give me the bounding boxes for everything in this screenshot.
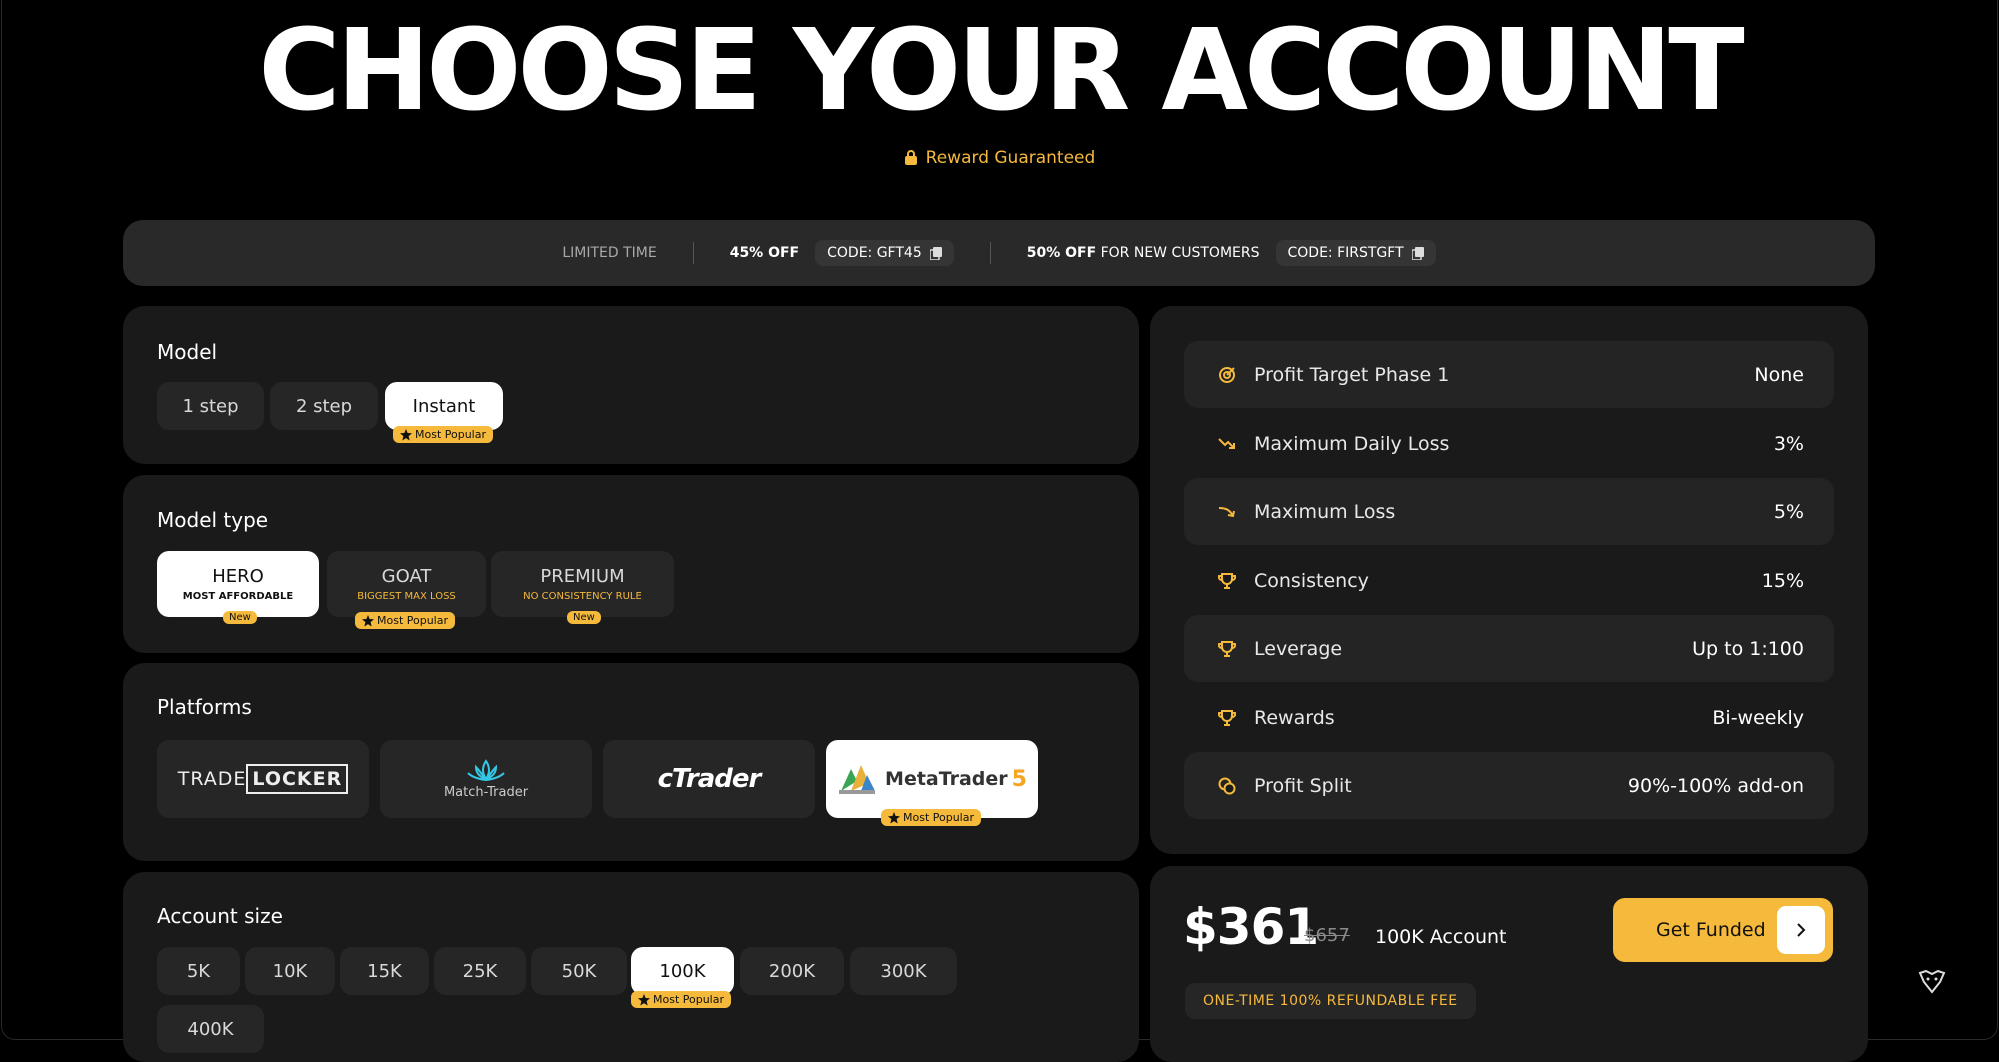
price: $361 [1183, 898, 1319, 956]
rule-value: 3% [1773, 432, 1804, 455]
limited-time-label: LIMITED TIME [562, 245, 657, 261]
size-option-200k[interactable]: 200K [740, 947, 844, 995]
model-option-instant[interactable]: Instant [385, 382, 503, 430]
model-title: Model [157, 340, 218, 364]
trend-down-icon [1218, 505, 1240, 519]
lock-icon [904, 150, 918, 170]
rule-leverage: Leverage Up to 1:100 [1184, 615, 1834, 682]
offer2-text: FOR NEW CUSTOMERS [1100, 245, 1260, 261]
rule-max-daily-loss: Maximum Daily Loss 3% [1184, 410, 1834, 477]
model-type-sub: NO CONSISTENCY RULE [523, 591, 642, 602]
metatrader-icon [839, 765, 876, 794]
offer2-discount: 50% OFF [1026, 245, 1097, 261]
checkout-card [1150, 866, 1868, 1062]
platform-tradelocker[interactable]: TRADE LOCKER [157, 740, 369, 818]
account-label: 100K Account [1375, 926, 1507, 948]
size-option-5k[interactable]: 5K [157, 947, 240, 995]
promo-code-gft45[interactable]: CODE: GFT45 [815, 240, 954, 266]
rule-profit-target: Profit Target Phase 1 None [1184, 341, 1834, 408]
model-type-title: Model type [157, 508, 269, 532]
rule-label: Maximum Loss [1254, 500, 1396, 523]
rule-value: 15% [1761, 569, 1804, 592]
size-option-25k[interactable]: 25K [434, 947, 526, 995]
star-icon [888, 811, 900, 823]
model-type-sub: MOST AFFORDABLE [182, 591, 294, 602]
model-type-name: HERO [212, 566, 264, 587]
promo-code-text: CODE: GFT45 [827, 245, 922, 261]
target-icon [1218, 366, 1240, 384]
rule-label: Leverage [1254, 637, 1343, 660]
match-trader-logo: Match-Trader [444, 758, 528, 800]
size-option-50k[interactable]: 50K [531, 947, 627, 995]
get-funded-button[interactable]: Get Funded [1613, 898, 1833, 962]
size-option-400k[interactable]: 400K [157, 1005, 264, 1053]
copy-icon [1411, 246, 1424, 260]
promo-bar: LIMITED TIME 45% OFF CODE: GFT45 50% OFF… [123, 220, 1875, 286]
platform-match-trader[interactable]: Match-Trader [380, 740, 592, 818]
most-popular-badge: Most Popular [393, 426, 494, 443]
star-icon [362, 614, 374, 626]
chevron-right-icon [1777, 906, 1825, 954]
model-type-name: GOAT [381, 566, 432, 587]
rule-value: None [1754, 363, 1804, 386]
model-type-hero[interactable]: HERO MOST AFFORDABLE [157, 551, 319, 617]
model-type-premium[interactable]: PREMIUM NO CONSISTENCY RULE [491, 551, 674, 617]
brand-logo-icon [1918, 969, 1946, 998]
trend-down-icon [1218, 437, 1240, 451]
trophy-icon [1218, 640, 1240, 657]
rule-value: Bi-weekly [1712, 706, 1804, 729]
model-type-sub: BIGGEST MAX LOSS [357, 591, 456, 602]
rule-rewards: Rewards Bi-weekly [1184, 684, 1834, 751]
promo-code-text: CODE: FIRSTGFT [1287, 245, 1404, 261]
refundable-fee-badge: ONE-TIME 100% REFUNDABLE FEE [1185, 983, 1476, 1019]
lotus-icon [467, 758, 505, 781]
rule-consistency: Consistency 15% [1184, 547, 1834, 614]
rule-label: Rewards [1254, 706, 1335, 729]
size-option-15k[interactable]: 15K [340, 947, 429, 995]
metatrader-logo: MetaTrader 5 [837, 761, 1027, 797]
model-option-1-step[interactable]: 1 step [157, 382, 264, 430]
old-price: $657 [1304, 925, 1350, 946]
rule-value: Up to 1:100 [1692, 637, 1804, 660]
ctrader-logo: cTrader [657, 764, 762, 794]
size-option-10k[interactable]: 10K [245, 947, 335, 995]
rule-value: 90%-100% add-on [1627, 774, 1804, 797]
copy-icon [929, 246, 942, 260]
coins-icon [1218, 777, 1240, 795]
rule-max-loss: Maximum Loss 5% [1184, 478, 1834, 545]
platform-ctrader[interactable]: cTrader [603, 740, 815, 818]
reward-guaranteed: Reward Guaranteed [0, 148, 1999, 170]
divider [692, 242, 694, 264]
new-badge: New [567, 611, 601, 624]
star-icon [400, 428, 412, 440]
platform-metatrader-5[interactable]: MetaTrader 5 [826, 740, 1038, 818]
model-option-2-step[interactable]: 2 step [270, 382, 378, 430]
reward-text: Reward Guaranteed [925, 148, 1096, 168]
model-type-name: PREMIUM [540, 566, 625, 587]
offer1-discount: 45% OFF [729, 245, 800, 261]
star-icon [638, 993, 650, 1005]
trophy-icon [1218, 572, 1240, 589]
size-option-300k[interactable]: 300K [850, 947, 957, 995]
trophy-icon [1218, 709, 1240, 726]
size-option-100k[interactable]: 100K [631, 947, 734, 995]
get-funded-label: Get Funded [1656, 919, 1766, 941]
divider [989, 242, 991, 264]
rule-value: 5% [1773, 500, 1804, 523]
most-popular-badge: Most Popular [355, 612, 456, 629]
tradelocker-logo: TRADE LOCKER [178, 764, 349, 794]
promo-code-firstgft[interactable]: CODE: FIRSTGFT [1275, 240, 1436, 266]
account-size-title: Account size [157, 904, 283, 928]
rule-label: Profit Split [1254, 774, 1352, 797]
rule-label: Maximum Daily Loss [1254, 432, 1450, 455]
new-badge: New [223, 611, 257, 624]
model-type-goat[interactable]: GOAT BIGGEST MAX LOSS [327, 551, 486, 617]
rule-label: Consistency [1254, 569, 1369, 592]
rule-label: Profit Target Phase 1 [1254, 363, 1450, 386]
rule-profit-split: Profit Split 90%-100% add-on [1184, 752, 1834, 819]
page-title: CHOOSE YOUR ACCOUNT [258, 6, 1744, 136]
platforms-title: Platforms [157, 695, 252, 719]
most-popular-badge: Most Popular [881, 809, 982, 826]
most-popular-badge: Most Popular [631, 991, 732, 1008]
